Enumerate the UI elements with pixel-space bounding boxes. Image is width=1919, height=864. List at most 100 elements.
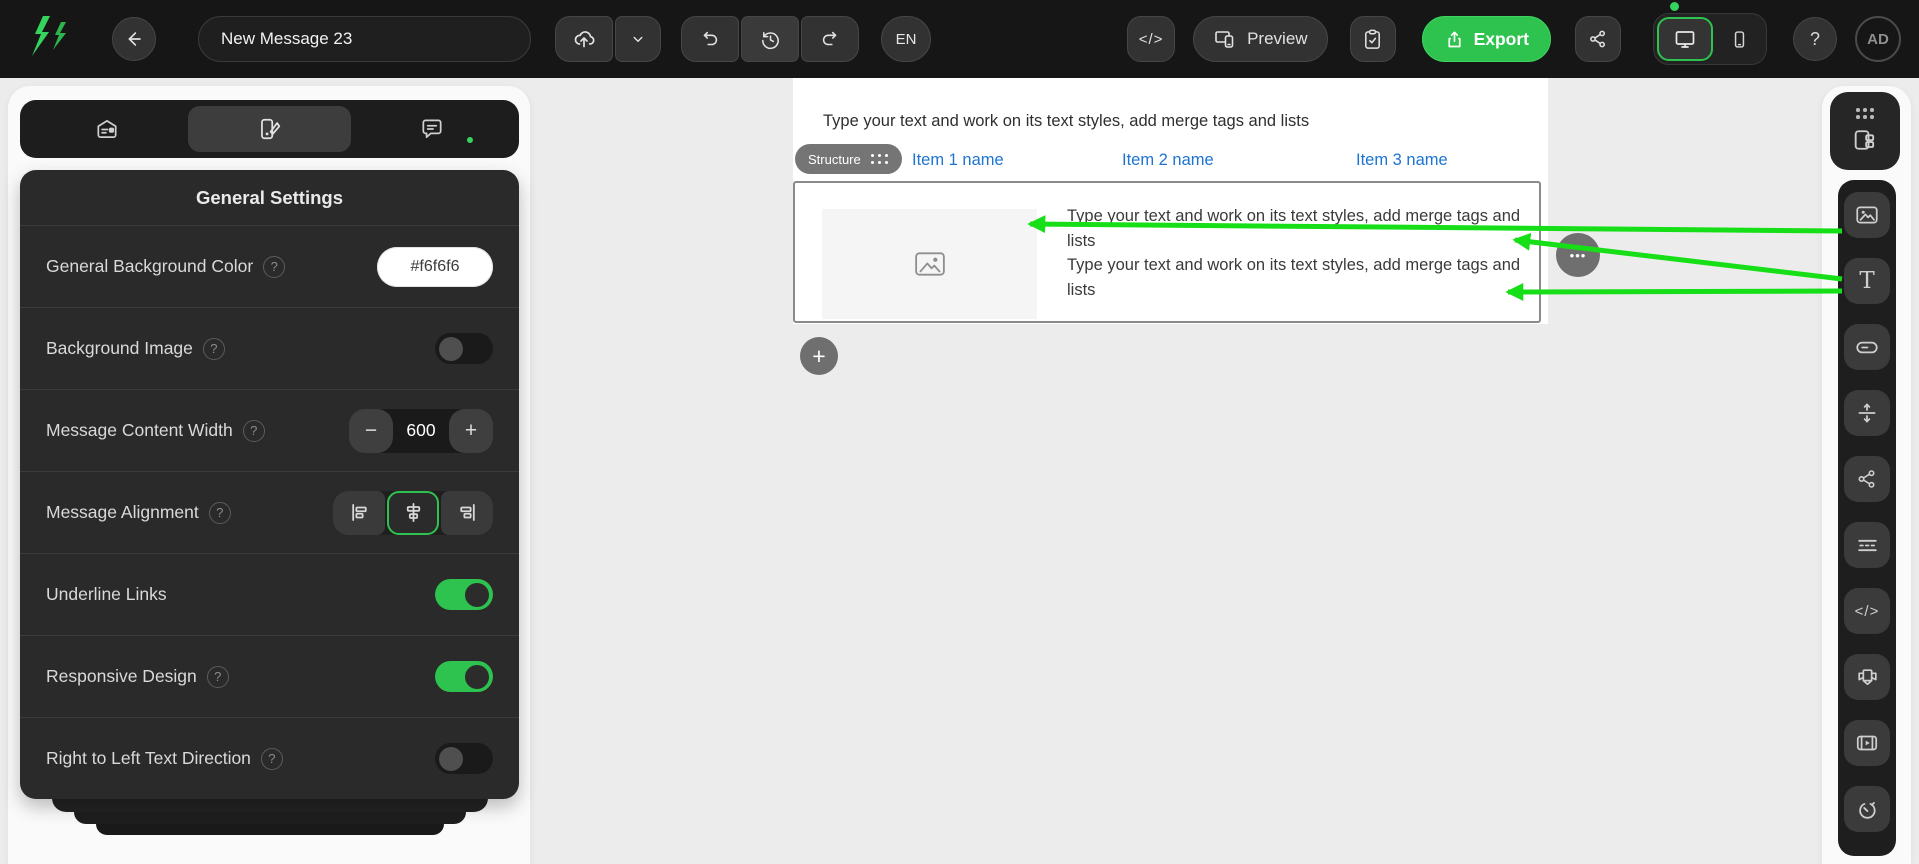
tab-appearance[interactable] (188, 106, 351, 152)
selected-structure-block[interactable]: Type your text and work on its text styl… (793, 181, 1541, 323)
underline-links-toggle[interactable] (435, 579, 493, 610)
code-view-button[interactable]: </> (1127, 16, 1176, 62)
rtl-direction-toggle[interactable] (435, 743, 493, 774)
row-label: General Background Color (46, 256, 254, 276)
video-block-icon (1856, 735, 1878, 751)
drag-handle-icon[interactable] (870, 153, 889, 165)
structure-more-options-button[interactable]: ••• (1556, 233, 1600, 277)
help-icon[interactable]: ? (206, 665, 229, 688)
app-screen: New Message 23 EN </> Preview Export ? A… (0, 0, 1919, 864)
tab-comments[interactable] (351, 106, 513, 152)
spacer-block-icon (1858, 403, 1876, 423)
back-button[interactable] (112, 17, 156, 61)
text-block[interactable]: Type your text and work on its text styl… (1067, 204, 1537, 302)
arrow-left-icon (128, 32, 141, 46)
image-placeholder[interactable] (822, 209, 1037, 319)
help-icon[interactable]: ? (263, 255, 286, 278)
checklist-button[interactable] (1349, 16, 1396, 62)
redo-icon (822, 31, 837, 46)
topbar: New Message 23 EN </> Preview Export ? A… (0, 0, 1919, 78)
button-block-icon (1856, 341, 1878, 354)
upload-options-button[interactable] (615, 16, 661, 62)
arrow-text-block-2 (1505, 282, 1843, 301)
help-icon[interactable]: ? (202, 337, 225, 360)
panel-title: General Settings (195, 186, 343, 208)
drag-handle-icon (1856, 108, 1874, 119)
tab-content[interactable] (26, 106, 188, 152)
structure-badge[interactable]: Structure (795, 144, 902, 174)
redo-button[interactable] (801, 16, 859, 62)
export-label: Export (1473, 28, 1529, 49)
align-center-icon (406, 502, 420, 523)
comments-icon (422, 119, 442, 138)
structures-panel-button[interactable] (1830, 92, 1900, 170)
align-center-button[interactable] (387, 490, 439, 535)
language-button[interactable]: EN (881, 16, 931, 62)
background-color-value-field[interactable]: #f6f6f6 (377, 246, 493, 287)
settings-tabs (20, 100, 519, 158)
row-general-background-color: General Background Color ? #f6f6f6 (20, 225, 519, 307)
help-icon[interactable]: ? (208, 501, 231, 524)
text-block-icon: T (1859, 268, 1875, 294)
devices-icon (1215, 31, 1234, 48)
undo-icon (703, 31, 718, 46)
toggle-knob (439, 336, 463, 361)
mobile-view-button[interactable] (1715, 17, 1763, 61)
autosave-status-dot (1670, 2, 1679, 11)
app-logo (26, 13, 70, 65)
export-button[interactable]: Export (1421, 16, 1551, 62)
image-icon (914, 252, 945, 276)
panel-card-stack (20, 798, 519, 835)
text-paragraph: Type your text and work on its text styl… (1067, 256, 1521, 299)
width-decrement-button[interactable]: − (349, 408, 393, 453)
toggle-knob (439, 746, 463, 771)
structure-badge-label: Structure (808, 151, 861, 167)
help-icon[interactable]: ? (242, 419, 265, 442)
menu-item-2[interactable]: Item 2 name (1122, 151, 1214, 170)
desktop-view-button[interactable] (1657, 17, 1713, 61)
menu-item-1[interactable]: Item 1 name (912, 151, 1004, 170)
appearance-icon (261, 118, 281, 140)
align-left-button[interactable] (333, 490, 385, 535)
align-right-button[interactable] (441, 490, 493, 535)
undo-button[interactable] (681, 16, 739, 62)
share-button[interactable] (1575, 16, 1621, 62)
image-block-button[interactable] (1844, 192, 1890, 238)
width-increment-button[interactable]: + (449, 408, 493, 453)
desktop-icon (1675, 31, 1695, 48)
upload-button[interactable] (555, 16, 613, 62)
button-block-button[interactable] (1844, 324, 1890, 370)
html-block-button[interactable]: </> (1844, 588, 1890, 634)
spacer-block-button[interactable] (1844, 390, 1890, 436)
canvas-text-block[interactable]: Type your text and work on its text styl… (823, 112, 1309, 131)
responsive-design-toggle[interactable] (435, 661, 493, 692)
preview-button[interactable]: Preview (1193, 16, 1328, 62)
banner-block-button[interactable] (1844, 654, 1890, 700)
width-value[interactable]: 600 (393, 420, 449, 441)
html-block-icon: </> (1854, 602, 1880, 620)
add-structure-button[interactable]: + (800, 337, 838, 375)
preview-label: Preview (1247, 29, 1308, 48)
help-button[interactable]: ? (1793, 17, 1837, 61)
text-block-button[interactable]: T (1844, 258, 1890, 304)
history-button[interactable] (741, 16, 799, 62)
avatar[interactable]: AD (1855, 16, 1901, 62)
video-block-button[interactable] (1844, 720, 1890, 766)
menu-item-3[interactable]: Item 3 name (1356, 151, 1448, 170)
history-group (681, 16, 859, 62)
social-block-button[interactable] (1844, 456, 1890, 502)
banner-block-icon (1857, 668, 1877, 685)
menu-block-icon (1857, 539, 1877, 551)
menu-block-button[interactable] (1844, 522, 1890, 568)
comments-notification-dot (466, 137, 473, 143)
help-icon[interactable]: ? (260, 747, 283, 770)
share-nodes-icon (1590, 30, 1606, 48)
alignment-group (333, 490, 493, 535)
toggle-knob (465, 664, 489, 689)
history-clock-icon (761, 31, 779, 49)
cloud-upload-icon (574, 31, 595, 48)
document-title-input[interactable]: New Message 23 (198, 16, 531, 62)
logo-bolt-icon (32, 16, 66, 56)
timer-block-button[interactable] (1844, 786, 1890, 832)
background-image-toggle[interactable] (435, 333, 493, 364)
